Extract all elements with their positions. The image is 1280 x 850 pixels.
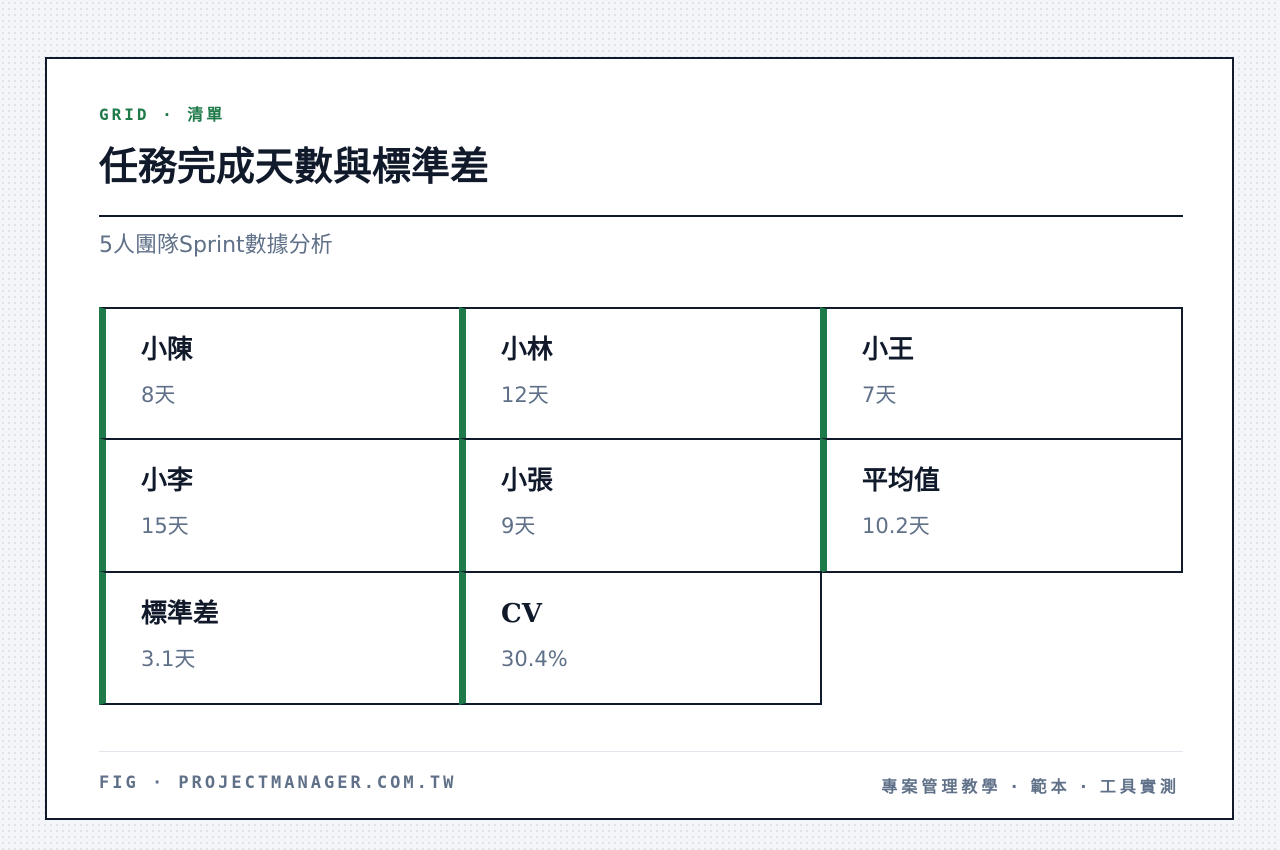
footer-source: FIG · PROJECTMANAGER.COM.TW: [99, 773, 457, 793]
page-title: 任務完成天數與標準差: [99, 144, 490, 190]
cell-label: 小張: [501, 466, 554, 496]
grid-cell-chen: 小陳 8天: [99, 307, 461, 440]
grid-cell-wang: 小王 7天: [820, 307, 1183, 440]
grid-cell-zhang: 小張 9天: [459, 438, 822, 573]
eyebrow-label: GRID · 清單: [99, 105, 226, 124]
cell-value: 3.1天: [141, 647, 196, 671]
grid-cell-li: 小李 15天: [99, 438, 461, 573]
cell-value: 10.2天: [862, 514, 930, 538]
figure-card: GRID · 清單 任務完成天數與標準差 5人團隊Sprint數據分析 小陳 8…: [45, 57, 1234, 820]
page-subtitle: 5人團隊Sprint數據分析: [99, 233, 333, 258]
cell-label: 平均值: [862, 466, 941, 496]
cell-label: 小林: [501, 335, 554, 365]
cell-label: 小陳: [141, 335, 194, 365]
cell-value: 15天: [141, 514, 189, 538]
cell-value: 9天: [501, 514, 536, 538]
cell-value: 8天: [141, 383, 176, 407]
cell-value: 30.4%: [501, 647, 568, 671]
stats-grid: 小陳 8天 小林 12天 小王 7天 小李 15天 小張 9天 平均值 10.2…: [99, 307, 1183, 707]
title-divider: [99, 215, 1183, 217]
grid-cell-cv: CV 30.4%: [459, 571, 822, 705]
cell-label: 小王: [862, 335, 915, 365]
footer-tags: 專案管理教學 · 範本 · 工具實測: [881, 777, 1180, 796]
grid-cell-lin: 小林 12天: [459, 307, 822, 440]
grid-cell-std-dev: 標準差 3.1天: [99, 571, 461, 705]
footer-divider: [99, 751, 1183, 752]
grid-cell-mean: 平均值 10.2天: [820, 438, 1183, 573]
cell-label: CV: [501, 599, 542, 629]
cell-label: 小李: [141, 466, 194, 496]
cell-label: 標準差: [141, 599, 220, 629]
cell-value: 7天: [862, 383, 897, 407]
cell-value: 12天: [501, 383, 549, 407]
